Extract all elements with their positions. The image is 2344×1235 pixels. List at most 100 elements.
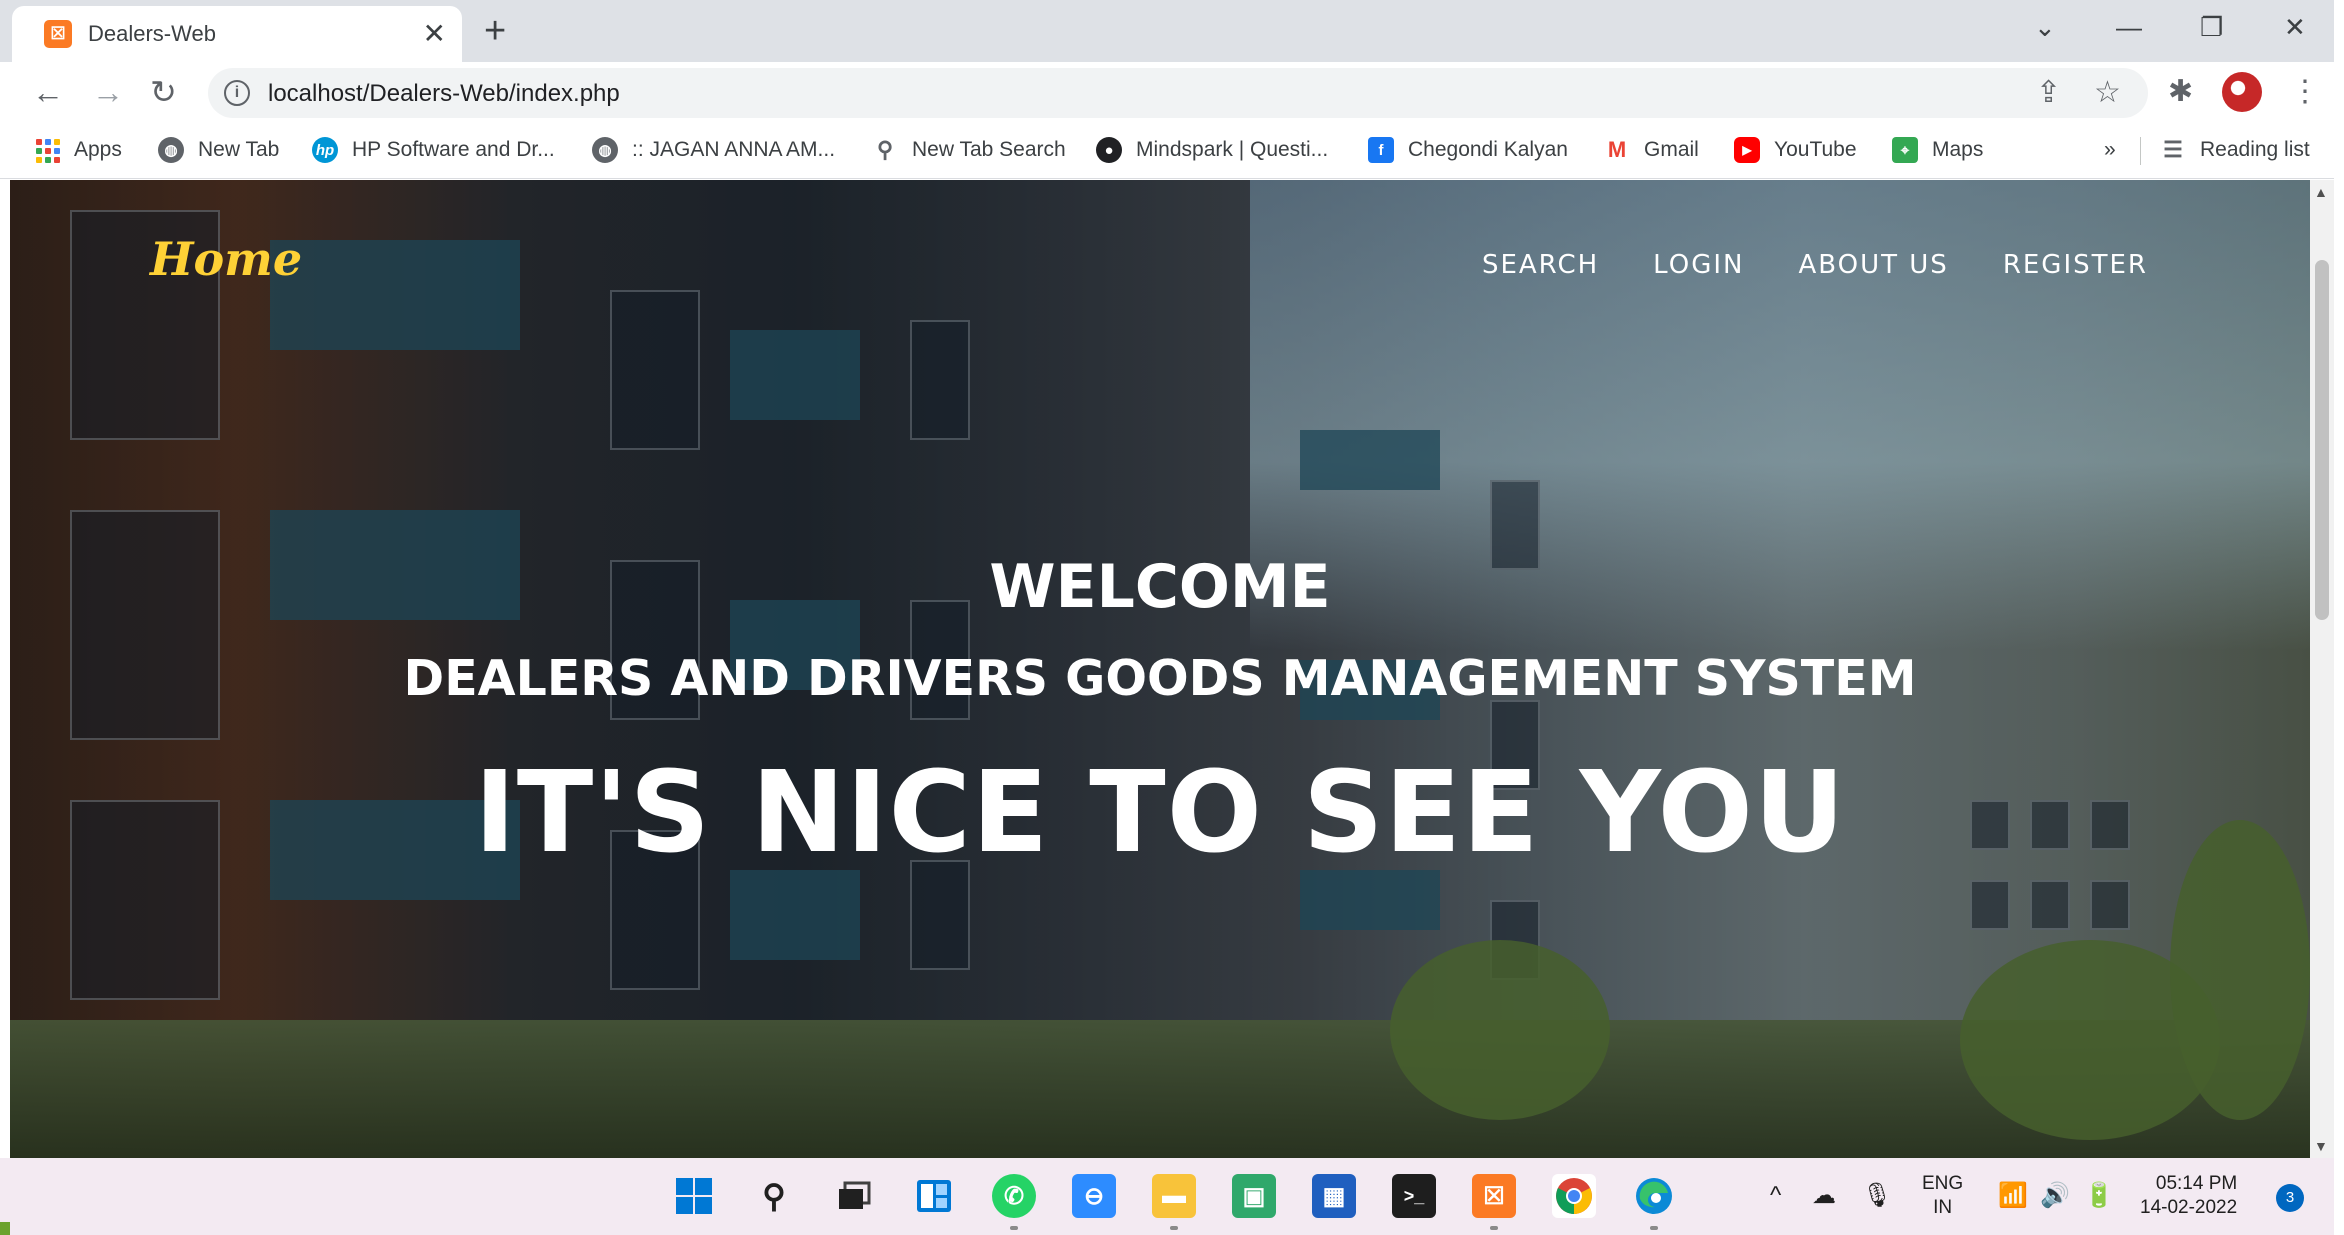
minimize-button[interactable]: — [2116, 10, 2142, 44]
bookmark-hp-software[interactable]: hp HP Software and Dr... [312, 133, 555, 167]
bookmarks-divider [2140, 137, 2141, 165]
hp-logo-icon: hp [312, 137, 338, 163]
hero-background-tree [1390, 940, 1610, 1120]
nav-login-link[interactable]: LOGIN [1653, 250, 1744, 280]
input-language-indicator[interactable]: ENG IN [1922, 1172, 1963, 1220]
new-tab-button[interactable]: + [484, 10, 506, 52]
xampp-icon[interactable]: ☒ [1472, 1174, 1516, 1230]
tab-search-chevron-icon[interactable]: ⌄ [2034, 10, 2056, 44]
bookmark-label: New Tab [198, 138, 280, 161]
microphone-icon[interactable]: 🎙 [1862, 1182, 1892, 1210]
globe-icon: ◍ [158, 137, 184, 163]
reading-list-button[interactable]: ☰ Reading list [2160, 133, 2310, 167]
profile-avatar[interactable] [2222, 72, 2262, 112]
corner-accent [0, 1222, 10, 1235]
bookmarks-bar: Apps ◍ New Tab hp HP Software and Dr... … [0, 123, 2344, 179]
maps-icon: ⌖ [1892, 137, 1918, 163]
clock-time: 05:14 PM [2155, 1173, 2238, 1194]
search-icon[interactable]: ⚲ [752, 1174, 796, 1218]
forward-button[interactable]: → [92, 72, 124, 112]
bookmark-new-tab[interactable]: ◍ New Tab [158, 133, 279, 167]
scrollbar-thumb[interactable] [2315, 260, 2329, 620]
facebook-icon: f [1368, 137, 1394, 163]
edge-icon[interactable] [1632, 1174, 1676, 1230]
browser-menu-icon[interactable]: ⋮ [2290, 74, 2320, 110]
close-window-button[interactable]: ✕ [2284, 10, 2306, 44]
bookmark-star-icon[interactable]: ☆ [2094, 76, 2121, 110]
windows-start-icon[interactable] [672, 1174, 716, 1218]
bookmark-gmail[interactable]: M Gmail [1604, 133, 1699, 167]
tab-close-icon[interactable]: ✕ [423, 18, 446, 50]
bookmark-label: Maps [1932, 138, 1984, 161]
task-view-icon[interactable] [832, 1174, 876, 1218]
notification-badge[interactable]: 3 [2276, 1184, 2304, 1212]
bookmark-label: Chegondi Kalyan [1408, 138, 1568, 161]
brand-home-link[interactable]: Home [150, 232, 302, 286]
tray-overflow-chevron-icon[interactable]: ^ [1770, 1182, 1781, 1210]
globe-icon: ◍ [592, 137, 618, 163]
bookmarks-overflow-button[interactable]: » [2104, 133, 2116, 167]
hero-lead-text: WELCOME [989, 552, 1331, 622]
bookmark-youtube[interactable]: ▶ YouTube [1734, 133, 1857, 167]
windows-taskbar: ⚲ ✆ ⊖ ▬ ▣ ▦ >_ ☒ ^ ☁ 🎙 ENG IN 📶 🔊 🔋 05:1… [0, 1158, 2334, 1235]
battery-icon[interactable]: 🔋 [2084, 1182, 2114, 1210]
zoom-icon[interactable]: ⊖ [1072, 1174, 1116, 1218]
onedrive-cloud-icon[interactable]: ☁ [1812, 1182, 1836, 1210]
nav-register-link[interactable]: REGISTER [2003, 250, 2148, 280]
mindspark-icon: ● [1096, 137, 1122, 163]
clock-date: 14-02-2022 [2140, 1197, 2238, 1218]
reload-button[interactable]: ↻ [150, 72, 177, 112]
extensions-puzzle-icon[interactable]: ✱ [2168, 74, 2193, 110]
language-code: ENG [1922, 1173, 1964, 1194]
bookmark-mindspark[interactable]: ● Mindspark | Questi... [1096, 133, 1328, 167]
chevron-double-right-icon: » [2104, 138, 2116, 161]
bookmark-new-tab-search[interactable]: ⚲ New Tab Search [872, 133, 1066, 167]
xampp-favicon-icon: ☒ [44, 20, 72, 48]
page-scrollbar[interactable]: ▲ ▼ [2310, 180, 2334, 1158]
site-info-icon[interactable]: i [224, 80, 250, 106]
bookmark-jagan-anna[interactable]: ◍ :: JAGAN ANNA AM... [592, 133, 835, 167]
bookmark-chegondi-kalyan[interactable]: f Chegondi Kalyan [1368, 133, 1568, 167]
hero-heading: IT'S NICE TO SEE YOU [474, 748, 1846, 878]
nav-about-us-link[interactable]: ABOUT US [1798, 250, 1948, 280]
nav-search-link[interactable]: SEARCH [1482, 250, 1599, 280]
wifi-icon[interactable]: 📶 [1998, 1182, 2028, 1210]
microsoft-store-icon[interactable]: ▦ [1312, 1174, 1356, 1218]
widgets-icon[interactable] [912, 1174, 956, 1218]
gmail-icon: M [1607, 137, 1627, 162]
photos-icon[interactable]: ▣ [1232, 1174, 1276, 1218]
scroll-down-arrow-icon[interactable]: ▼ [2314, 1138, 2328, 1154]
chrome-icon[interactable] [1552, 1174, 1596, 1218]
address-bar[interactable]: i localhost/Dealers-Web/index.php ⇪ ☆ [208, 68, 2148, 118]
reading-list-label: Reading list [2200, 138, 2310, 161]
hero-subheading: DEALERS AND DRIVERS GOODS MANAGEMENT SYS… [403, 650, 1917, 707]
language-region: IN [1933, 1197, 1953, 1218]
file-explorer-icon[interactable]: ▬ [1152, 1174, 1196, 1230]
bookmark-label: Gmail [1644, 138, 1699, 161]
reading-list-icon: ☰ [2163, 137, 2183, 162]
whatsapp-icon[interactable]: ✆ [992, 1174, 1036, 1230]
browser-tab[interactable]: ☒ Dealers-Web ✕ [12, 6, 462, 62]
back-button[interactable]: ← [32, 72, 64, 112]
tab-title: Dealers-Web [88, 21, 216, 46]
bookmark-label: Mindspark | Questi... [1136, 138, 1329, 161]
youtube-icon: ▶ [1734, 137, 1760, 163]
bookmark-apps[interactable]: Apps [34, 133, 122, 167]
restore-button[interactable]: ❐ [2200, 10, 2223, 44]
volume-icon[interactable]: 🔊 [2040, 1182, 2070, 1210]
bookmark-label: Apps [74, 138, 122, 161]
share-icon[interactable]: ⇪ [2036, 76, 2061, 110]
window-edge [2334, 0, 2344, 1235]
scroll-up-arrow-icon[interactable]: ▲ [2314, 184, 2328, 200]
browser-toolbar: ← → ↻ i localhost/Dealers-Web/index.php … [0, 62, 2344, 123]
search-icon: ⚲ [876, 137, 894, 162]
system-clock[interactable]: 05:14 PM 14-02-2022 [2140, 1172, 2237, 1220]
main-nav: SEARCH LOGIN ABOUT US REGISTER [1482, 250, 2148, 280]
page-viewport: Home SEARCH LOGIN ABOUT US REGISTER WELC… [10, 180, 2310, 1158]
apps-grid-icon [34, 137, 60, 163]
terminal-icon[interactable]: >_ [1392, 1174, 1436, 1218]
bookmark-label: New Tab Search [912, 138, 1066, 161]
bookmark-maps[interactable]: ⌖ Maps [1892, 133, 1983, 167]
bookmark-label: YouTube [1774, 138, 1857, 161]
url-text[interactable]: localhost/Dealers-Web/index.php [268, 80, 620, 108]
